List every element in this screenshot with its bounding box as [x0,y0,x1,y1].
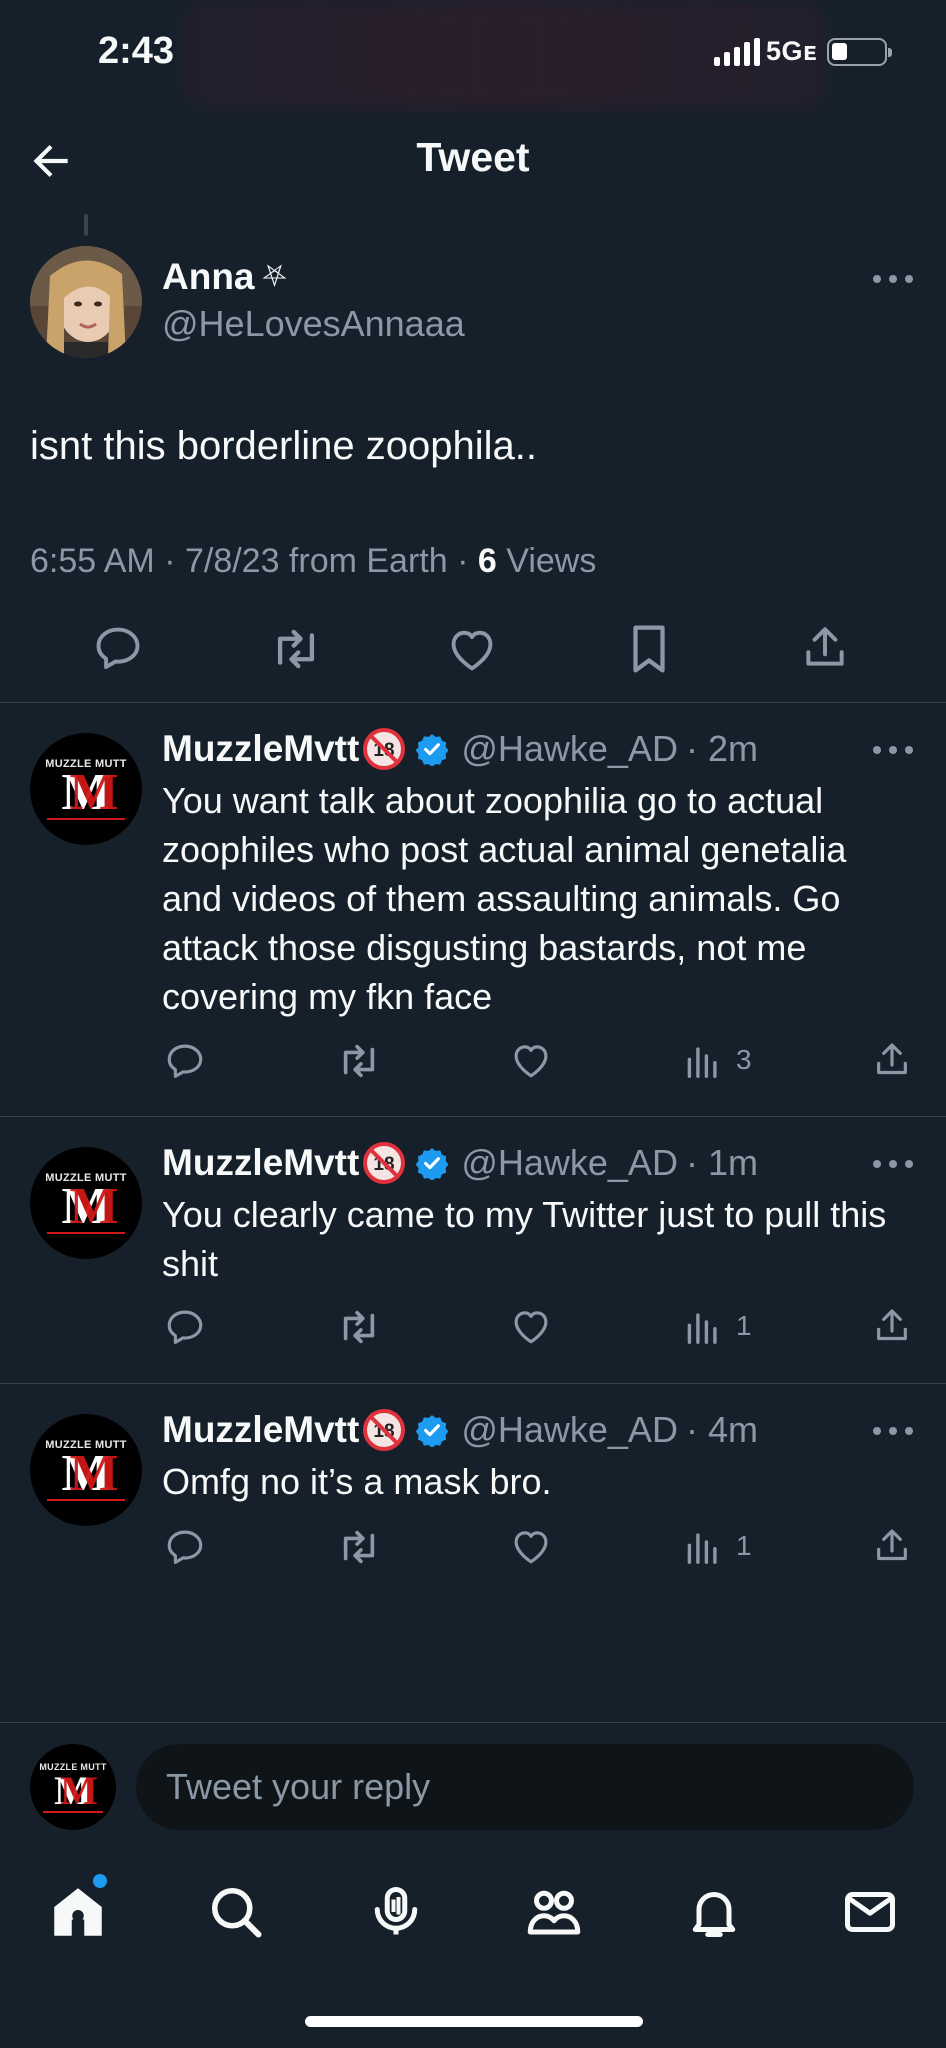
reply-time: · 2m [685,728,758,769]
more-options-icon[interactable] [870,1424,916,1438]
views-icon[interactable] [686,1044,720,1078]
author-handle[interactable]: @HeLovesAnnaaa [162,303,465,345]
adult-content-icon: 18 [363,728,406,770]
adult-content-icon: 18 [363,1409,406,1451]
logo-letters: MM [54,1768,98,1813]
reply-avatar[interactable]: MUZZLE MUTT MM [30,1414,142,1526]
reply-icon[interactable] [164,1306,206,1348]
verified-badge-icon [416,1415,449,1447]
share-icon[interactable] [872,1040,912,1080]
reply-author-name[interactable]: MuzzleMvtt [162,1142,359,1184]
reply-handle[interactable]: @Hawke_AD [461,1409,678,1451]
top-header: Tweet [0,120,946,200]
signal-icon [714,37,760,66]
reply-author-name[interactable]: MuzzleMvtt [162,1409,359,1451]
page-title: Tweet [416,134,530,180]
messages-icon[interactable] [840,1882,900,1942]
more-options-icon[interactable] [870,743,916,757]
logo-letters: MM [61,1445,119,1502]
home-indicator [305,2016,643,2027]
status-bar: 2:43 5Gᴇ [0,0,946,110]
thread-line [84,214,88,236]
like-icon[interactable] [446,624,498,674]
spaces-icon[interactable] [366,1882,426,1942]
reply-icon[interactable] [164,1040,206,1082]
reply-input[interactable] [136,1744,914,1830]
like-icon[interactable] [510,1040,552,1080]
reply-icon[interactable] [164,1526,206,1568]
reply-avatar[interactable]: MUZZLE MUTT MM [30,1147,142,1259]
reply-time: · 1m [685,1142,758,1183]
views-count[interactable]: 6 [478,542,497,580]
views-icon[interactable] [686,1530,720,1564]
author-name-row[interactable]: Anna ⛧ [162,256,287,298]
avatar[interactable] [30,246,142,358]
bookmark-icon[interactable] [626,622,672,676]
reply-header: MuzzleMvtt 18 @Hawke_AD · 4m [162,1409,758,1451]
author-name[interactable]: Anna [162,256,255,298]
logo-letters: MM [61,764,119,821]
share-icon[interactable] [872,1306,912,1346]
reply-text: You clearly came to my Twitter just to p… [162,1194,887,1284]
views-icon[interactable] [686,1310,720,1344]
views-count: 1 [736,1530,752,1561]
reply-handle[interactable]: @Hawke_AD [461,728,678,770]
verified-badge-icon [416,734,449,766]
reply-author-name[interactable]: MuzzleMvtt [162,728,359,770]
share-icon[interactable] [800,622,850,674]
name-emoji: ⛧ [262,260,287,293]
more-options-icon[interactable] [870,1157,916,1171]
divider [0,1116,946,1117]
divider [0,702,946,703]
reply-icon[interactable] [92,622,144,674]
verified-badge-icon [416,1148,449,1180]
current-user-avatar[interactable]: MUZZLE MUTT MM [30,1744,116,1830]
reply-time: · 4m [685,1409,758,1450]
more-options-icon[interactable] [870,272,916,286]
views-count: 3 [736,1044,752,1075]
notifications-icon[interactable] [684,1882,744,1942]
tweet-timestamp: 6:55 AM · 7/8/23 from Earth · [30,542,469,580]
like-icon[interactable] [510,1526,552,1566]
notification-dot [93,1874,107,1888]
status-time: 2:43 [98,30,175,72]
logo-letters: MM [61,1178,119,1235]
tweet-metadata: 6:55 AM · 7/8/23 from Earth · 6 Views [30,542,596,581]
status-indicators: 5Gᴇ [714,36,893,67]
communities-icon[interactable] [524,1882,584,1942]
adult-content-icon: 18 [363,1142,406,1184]
reply-text: You want talk about zoophilia go to actu… [162,780,847,1017]
retweet-icon[interactable] [268,624,324,674]
reply-avatar[interactable]: MUZZLE MUTT MM [30,733,142,845]
reply-handle[interactable]: @Hawke_AD [461,1142,678,1184]
divider [0,1722,946,1723]
home-icon[interactable] [48,1882,108,1942]
reply-text: Omfg no it’s a mask bro. [162,1461,552,1502]
retweet-icon[interactable] [336,1526,382,1568]
retweet-icon[interactable] [336,1306,382,1348]
divider [0,1383,946,1384]
tweet-text: isnt this borderline zoophila.. [30,424,537,468]
views-label[interactable]: Views [506,542,596,580]
like-icon[interactable] [510,1306,552,1346]
reply-header: MuzzleMvtt 18 @Hawke_AD · 2m [162,728,758,770]
retweet-icon[interactable] [336,1040,382,1082]
battery-icon [827,37,893,66]
reply-header: MuzzleMvtt 18 @Hawke_AD · 1m [162,1142,758,1184]
network-type: 5Gᴇ [766,36,818,66]
share-icon[interactable] [872,1526,912,1566]
views-count: 1 [736,1310,752,1341]
search-icon[interactable] [206,1882,266,1942]
